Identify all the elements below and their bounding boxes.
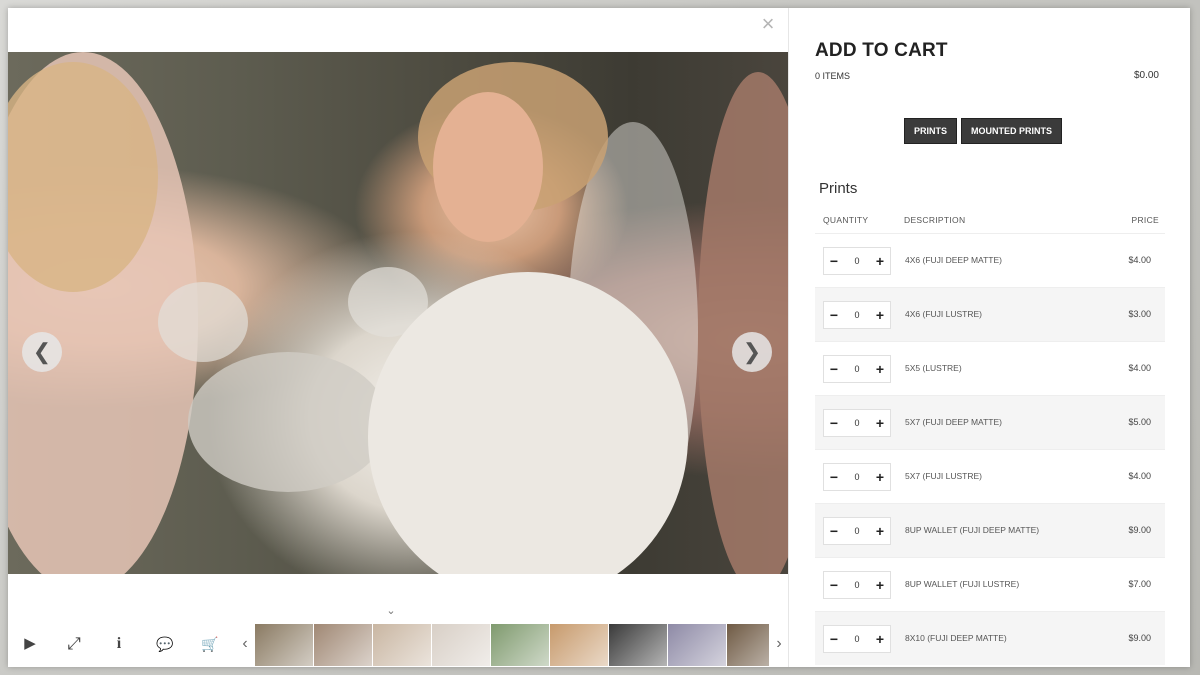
quantity-stepper: −0 + [823, 409, 891, 437]
cart-total: $0.00 [1133, 70, 1159, 81]
thumbnails-next-icon[interactable]: › [772, 632, 786, 656]
quantity-increment-button[interactable]: + [870, 356, 890, 382]
thumbnail[interactable] [491, 624, 549, 666]
photo-region-chair [158, 282, 248, 362]
quantity-decrement-button[interactable]: − [824, 410, 844, 436]
thumbnail[interactable] [668, 624, 726, 666]
quantity-increment-button[interactable]: + [870, 626, 890, 652]
quantity-value[interactable]: 0 [846, 626, 868, 652]
quantity-value[interactable]: 0 [846, 356, 868, 382]
product-row: −0 +5X7 (FUJI LUSTRE) $4.00 [815, 449, 1165, 503]
quantity-increment-button[interactable]: + [870, 302, 890, 328]
thumbnail[interactable] [373, 624, 431, 666]
thumbnail[interactable] [609, 624, 667, 666]
quantity-value[interactable]: 0 [846, 410, 868, 436]
quantity-decrement-button[interactable]: − [824, 626, 844, 652]
quantity-decrement-button[interactable]: − [824, 464, 844, 490]
quantity-increment-button[interactable]: + [870, 572, 890, 598]
thumbnail[interactable] [255, 624, 313, 666]
cart-item-count: 0 ITEMS [815, 71, 851, 81]
comment-icon[interactable]: 💬 [153, 632, 177, 656]
quantity-stepper: −0 + [823, 571, 891, 599]
chevron-down-icon[interactable]: ⌄ [384, 604, 398, 618]
product-description: 4X6 (FUJI DEEP MATTE) [905, 255, 1002, 265]
quantity-value[interactable]: 0 [846, 518, 868, 544]
product-price: $4.00 [1128, 471, 1151, 481]
quantity-value[interactable]: 0 [846, 248, 868, 274]
thumbnail[interactable] [727, 624, 769, 666]
chevron-left-icon: ❮ [32, 339, 52, 364]
tab-mounted-prints[interactable]: MOUNTED PRINTS [961, 118, 1063, 144]
quantity-decrement-button[interactable]: − [824, 248, 844, 274]
quantity-stepper: −0 + [823, 247, 891, 275]
quantity-value[interactable]: 0 [846, 302, 868, 328]
product-description: 8UP WALLET (FUJI LUSTRE) [905, 579, 1020, 589]
quantity-stepper: −0 + [823, 463, 891, 491]
quantity-increment-button[interactable]: + [870, 518, 890, 544]
thumbnail[interactable] [314, 624, 372, 666]
product-row: −0 +8X10 (FUJI DEEP MATTE) $9.00 [815, 611, 1165, 665]
product-row: −0 +4X6 (FUJI LUSTRE) $3.00 [815, 287, 1165, 341]
play-icon[interactable]: ▶ [18, 632, 42, 656]
product-row: −0 +5X7 (FUJI DEEP MATTE) $5.00 [815, 395, 1165, 449]
fullscreen-icon[interactable]: ⤢ [62, 632, 86, 656]
quantity-stepper: −0 + [823, 301, 891, 329]
column-header-description: DESCRIPTION [904, 215, 966, 225]
quantity-increment-button[interactable]: + [870, 464, 890, 490]
quantity-increment-button[interactable]: + [870, 410, 890, 436]
quantity-decrement-button[interactable]: − [824, 356, 844, 382]
product-price: $4.00 [1128, 363, 1151, 373]
close-icon[interactable]: × [756, 12, 780, 36]
quantity-stepper: −0 + [823, 517, 891, 545]
column-header-price: PRICE [1131, 215, 1159, 225]
product-description: 8UP WALLET (FUJI DEEP MATTE) [905, 525, 1040, 535]
product-price: $9.00 [1128, 633, 1151, 643]
tab-prints[interactable]: PRINTS [904, 118, 958, 144]
info-icon[interactable]: i [107, 632, 131, 656]
product-description: 5X5 (LUSTRE) [905, 363, 962, 373]
product-price: $5.00 [1128, 417, 1151, 427]
viewer-toolbar: ▶ ⤢ i 💬 🛒 ‹ › [8, 622, 788, 667]
photo-region-bride-face [433, 92, 543, 242]
photo-region-right-bridesmaid [698, 72, 788, 574]
product-description: 5X7 (FUJI DEEP MATTE) [905, 417, 1002, 427]
product-tabs: PRINTS MOUNTED PRINTS [904, 118, 1063, 144]
section-title: Prints [819, 180, 858, 197]
product-row: −0 +4X6 (FUJI DEEP MATTE) $4.00 [815, 233, 1165, 287]
product-description: 5X7 (FUJI LUSTRE) [905, 471, 982, 481]
quantity-value[interactable]: 0 [846, 464, 868, 490]
next-photo-button[interactable]: ❯ [732, 332, 772, 372]
thumbnail[interactable] [550, 624, 608, 666]
cart-panel: ADD TO CART 0 ITEMS $0.00 PRINTS MOUNTED… [788, 8, 1190, 667]
quantity-decrement-button[interactable]: − [824, 572, 844, 598]
quantity-stepper: −0 + [823, 355, 891, 383]
cart-title: ADD TO CART [815, 40, 948, 61]
quantity-stepper: −0 + [823, 625, 891, 653]
product-price: $9.00 [1128, 525, 1151, 535]
product-price: $7.00 [1128, 579, 1151, 589]
product-row: −0 +8UP WALLET (FUJI LUSTRE) $7.00 [815, 557, 1165, 611]
quantity-value[interactable]: 0 [846, 572, 868, 598]
photo-viewer: × ❮ ❯ ⌄ ▶ ⤢ i 💬 🛒 ‹ › [8, 8, 788, 667]
product-row: −0 +5X5 (LUSTRE) $4.00 [815, 341, 1165, 395]
product-row: −0 +8UP WALLET (FUJI DEEP MATTE) $9.00 [815, 503, 1165, 557]
product-list: −0 +4X6 (FUJI DEEP MATTE) $4.00−0 +4X6 (FUJ… [815, 233, 1165, 665]
chevron-right-icon: ❯ [742, 339, 762, 364]
product-description: 8X10 (FUJI DEEP MATTE) [905, 633, 1007, 643]
column-header-quantity: QUANTITY [823, 215, 869, 225]
main-photo: ❮ ❯ [8, 52, 788, 574]
product-price: $4.00 [1128, 255, 1151, 265]
previous-photo-button[interactable]: ❮ [22, 332, 62, 372]
cart-icon[interactable]: 🛒 [198, 632, 222, 656]
quantity-decrement-button[interactable]: − [824, 518, 844, 544]
thumbnail-strip [255, 624, 769, 666]
lightbox-window: × ❮ ❯ ⌄ ▶ ⤢ i 💬 🛒 ‹ › ADD TO CART 0 ITEM… [8, 8, 1190, 667]
thumbnails-prev-icon[interactable]: ‹ [238, 632, 252, 656]
thumbnail[interactable] [432, 624, 490, 666]
quantity-increment-button[interactable]: + [870, 248, 890, 274]
product-price: $3.00 [1128, 309, 1151, 319]
quantity-decrement-button[interactable]: − [824, 302, 844, 328]
photo-region-table [188, 352, 388, 492]
product-description: 4X6 (FUJI LUSTRE) [905, 309, 982, 319]
